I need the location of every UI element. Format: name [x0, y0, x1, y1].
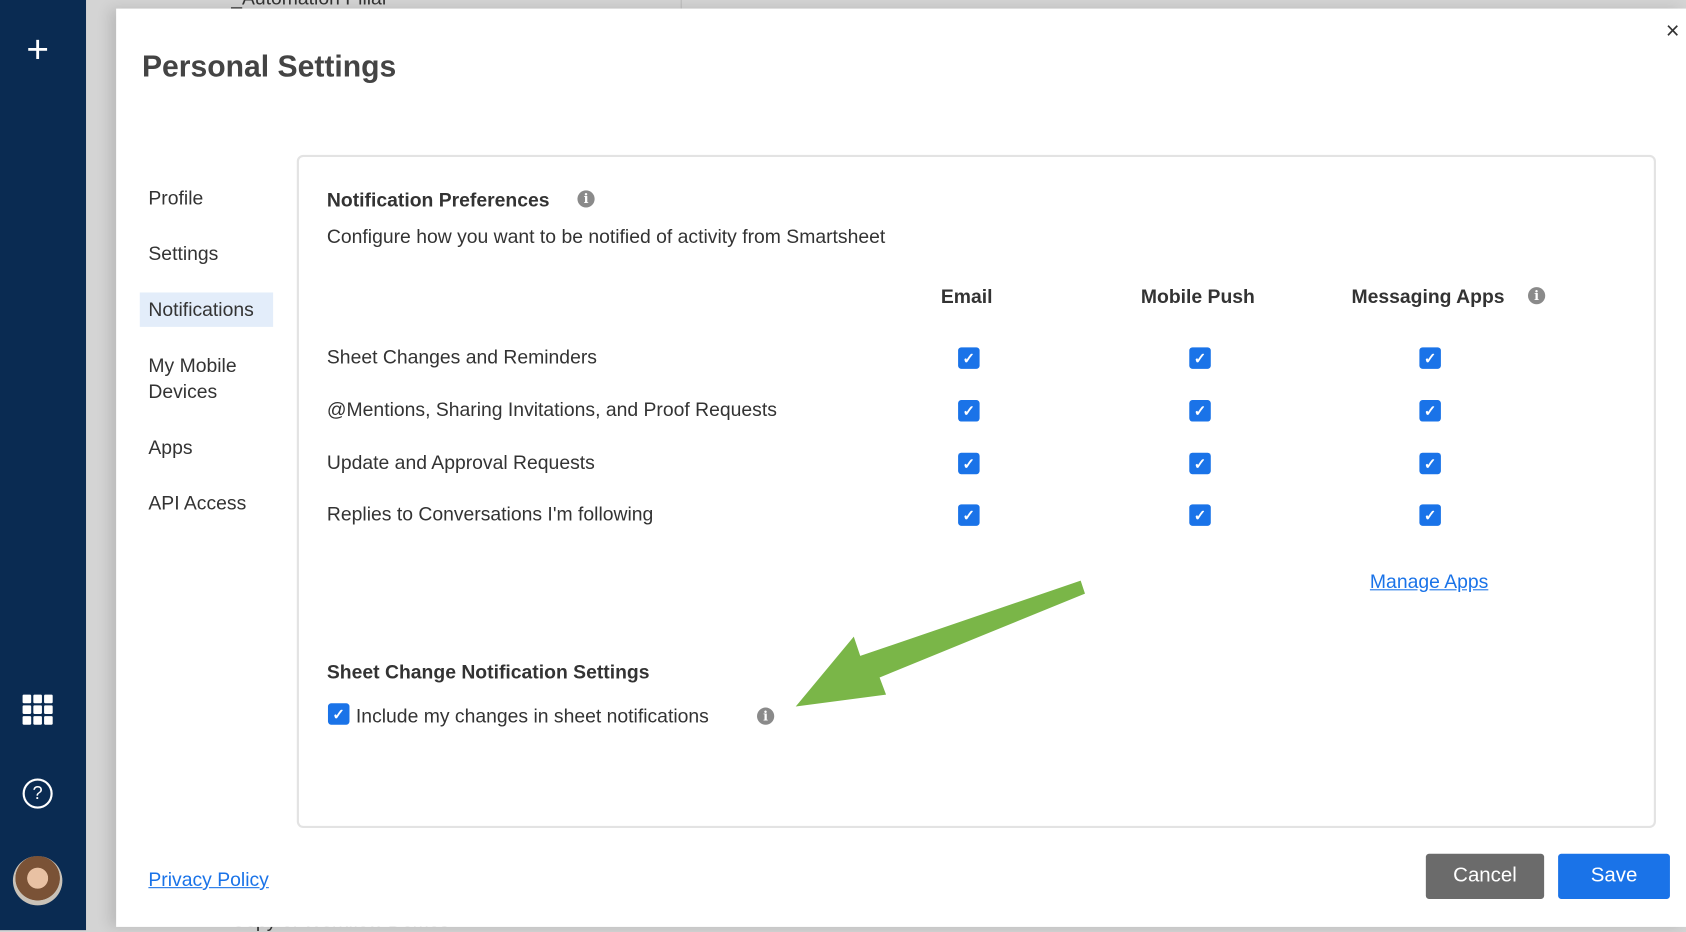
checkbox-email[interactable]: ✓	[958, 504, 980, 526]
notification-row-label: Replies to Conversations I'm following	[326, 503, 654, 525]
include-my-changes-checkbox[interactable]: ✓	[327, 703, 350, 725]
menu-item-my-mobile-devices[interactable]: My Mobile Devices	[140, 348, 258, 408]
column-messaging-apps: Messaging Apps	[1351, 286, 1505, 308]
checkbox-email[interactable]: ✓	[958, 452, 980, 475]
include-my-changes-label: Include my changes in sheet notification…	[355, 705, 709, 727]
checkbox-messaging-apps[interactable]: ✓	[1419, 504, 1441, 526]
sheet-change-heading: Sheet Change Notification Settings	[326, 661, 650, 683]
menu-item-api-access[interactable]: API Access	[140, 486, 273, 520]
cancel-button[interactable]: Cancel	[1425, 853, 1545, 899]
checkbox-mobile-push[interactable]: ✓	[1189, 452, 1211, 475]
privacy-policy-link[interactable]: Privacy Policy	[148, 869, 268, 892]
menu-item-profile[interactable]: Profile	[140, 181, 273, 215]
checkbox-email[interactable]: ✓	[958, 347, 980, 369]
notification-row-label: Update and Approval Requests	[326, 451, 595, 474]
notification-row-label: @Mentions, Sharing Invitations, and Proo…	[326, 398, 777, 421]
info-icon[interactable]: i	[1528, 287, 1546, 305]
notification-description: Configure how you want to be notified of…	[326, 225, 886, 248]
apps-grid-icon[interactable]	[22, 694, 53, 725]
notification-preferences-heading: Notification Preferences	[326, 189, 550, 211]
checkbox-messaging-apps[interactable]: ✓	[1419, 400, 1441, 422]
settings-menu: Profile Settings Notifications My Mobile…	[139, 181, 274, 542]
save-button[interactable]: Save	[1558, 853, 1670, 899]
help-icon[interactable]: ?	[22, 778, 53, 809]
green-arrow-annotation	[795, 580, 1085, 707]
manage-apps-link[interactable]: Manage Apps	[1370, 571, 1488, 594]
menu-item-notifications[interactable]: Notifications	[139, 292, 274, 327]
plus-icon[interactable]: +	[22, 30, 54, 69]
checkbox-mobile-push[interactable]: ✓	[1189, 347, 1211, 369]
info-icon[interactable]: i	[577, 190, 595, 208]
dialog-title: Personal Settings	[141, 49, 397, 83]
column-mobile-push: Mobile Push	[1140, 286, 1255, 308]
personal-settings-dialog: Personal Settings × Profile Settings Not…	[116, 8, 1686, 927]
close-icon[interactable]: ×	[1666, 17, 1680, 45]
checkbox-mobile-push[interactable]: ✓	[1189, 400, 1211, 422]
checkbox-messaging-apps[interactable]: ✓	[1419, 347, 1441, 369]
menu-item-apps[interactable]: Apps	[140, 430, 273, 464]
info-icon[interactable]: i	[757, 707, 775, 725]
left-nav: + ?	[0, 0, 87, 931]
notification-row-label: Sheet Changes and Reminders	[326, 346, 597, 368]
checkbox-messaging-apps[interactable]: ✓	[1419, 452, 1441, 475]
checkbox-mobile-push[interactable]: ✓	[1189, 504, 1211, 526]
column-email: Email	[940, 286, 993, 308]
menu-item-settings[interactable]: Settings	[140, 237, 273, 271]
checkbox-email[interactable]: ✓	[958, 400, 980, 422]
divider	[680, 0, 682, 9]
avatar[interactable]	[12, 855, 63, 906]
